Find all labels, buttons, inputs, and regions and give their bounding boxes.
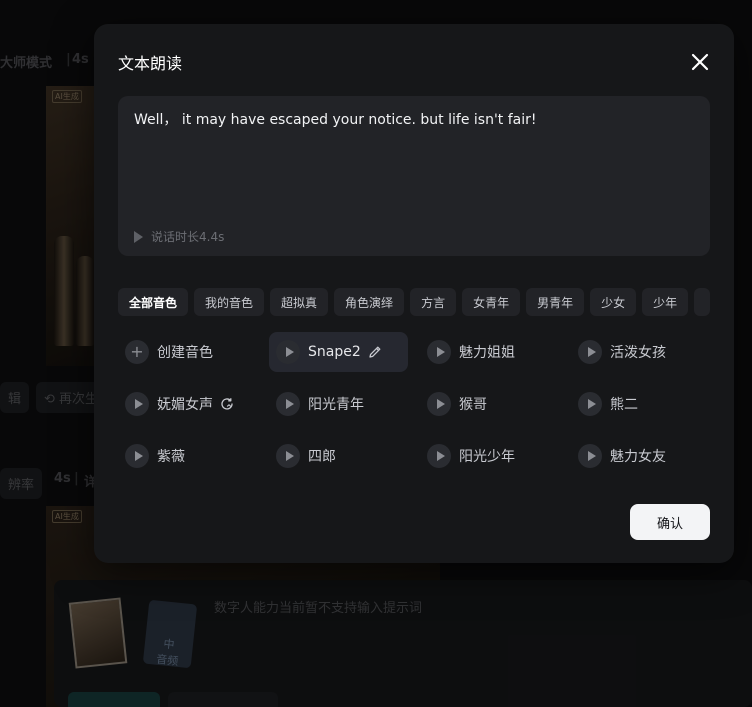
play-icon[interactable] — [125, 444, 149, 468]
voice-label: 魅力女友 — [610, 449, 666, 465]
voice-label: 魅力姐姐 — [459, 345, 515, 361]
tab-more[interactable] — [694, 288, 710, 316]
play-icon[interactable] — [125, 392, 149, 416]
voice-item[interactable]: 紫薇 — [118, 436, 257, 476]
play-icon[interactable] — [427, 392, 451, 416]
play-icon[interactable] — [427, 340, 451, 364]
voice-label: 熊二 — [610, 397, 638, 413]
voice-item[interactable]: 阳光青年 — [269, 384, 408, 424]
voice-label: 四郎 — [308, 449, 336, 465]
voice-item[interactable]: 四郎 — [269, 436, 408, 476]
voice-item[interactable]: 魅力姐姐 — [420, 332, 559, 372]
play-icon[interactable] — [578, 444, 602, 468]
voice-category-tabs: 全部音色 我的音色 超拟真 角色演绎 方言 女青年 男青年 少女 少年 — [118, 288, 710, 316]
voice-item[interactable]: 熊二 — [571, 384, 710, 424]
close-icon[interactable] — [688, 50, 712, 74]
plus-icon: + — [125, 340, 149, 364]
voice-label: 阳光少年 — [459, 449, 515, 465]
voice-label: 创建音色 — [157, 345, 213, 361]
text-to-speech-dialog: 文本朗读 Well， it may have escaped your noti… — [94, 24, 734, 563]
preview-duration[interactable]: 说话时长4.4s — [134, 228, 224, 245]
play-icon[interactable] — [276, 340, 300, 364]
confirm-button[interactable]: 确认 — [630, 504, 710, 540]
tab-boy[interactable]: 少年 — [642, 288, 689, 316]
create-voice-button[interactable]: + 创建音色 — [118, 332, 257, 372]
refresh-icon[interactable] — [219, 396, 235, 412]
play-icon[interactable] — [276, 392, 300, 416]
tab-ultra-realistic[interactable]: 超拟真 — [270, 288, 329, 316]
tab-all-voices[interactable]: 全部音色 — [118, 288, 189, 316]
tab-young-male[interactable]: 男青年 — [526, 288, 585, 316]
play-icon[interactable] — [578, 392, 602, 416]
play-icon[interactable] — [276, 444, 300, 468]
play-icon[interactable] — [427, 444, 451, 468]
voice-item[interactable]: 魅力女友 — [571, 436, 710, 476]
tab-role-play[interactable]: 角色演绎 — [334, 288, 405, 316]
duration-text: 说话时长4.4s — [151, 230, 225, 244]
voice-label: 猴哥 — [459, 397, 487, 413]
voice-label: 妩媚女声 — [157, 397, 213, 413]
tab-young-female[interactable]: 女青年 — [462, 288, 521, 316]
voice-label: 阳光青年 — [308, 397, 364, 413]
voice-item[interactable]: 猴哥 — [420, 384, 559, 424]
voice-item[interactable]: 妩媚女声 — [118, 384, 257, 424]
voice-item[interactable]: 阳光少年 — [420, 436, 559, 476]
voice-item-snape2[interactable]: Snape2 — [269, 332, 408, 372]
edit-icon[interactable] — [367, 344, 383, 360]
voice-item[interactable]: 活泼女孩 — [571, 332, 710, 372]
tab-my-voices[interactable]: 我的音色 — [194, 288, 265, 316]
play-icon[interactable] — [134, 230, 143, 243]
tab-girl[interactable]: 少女 — [590, 288, 637, 316]
dialog-title: 文本朗读 — [118, 54, 183, 73]
speech-text-content[interactable]: Well， it may have escaped your notice. b… — [134, 110, 694, 130]
voice-label: 紫薇 — [157, 449, 185, 465]
speech-text-input[interactable]: Well， it may have escaped your notice. b… — [118, 96, 710, 256]
tab-dialect[interactable]: 方言 — [410, 288, 457, 316]
voice-label: Snape2 — [308, 344, 361, 360]
voice-label: 活泼女孩 — [610, 345, 666, 361]
play-icon[interactable] — [578, 340, 602, 364]
